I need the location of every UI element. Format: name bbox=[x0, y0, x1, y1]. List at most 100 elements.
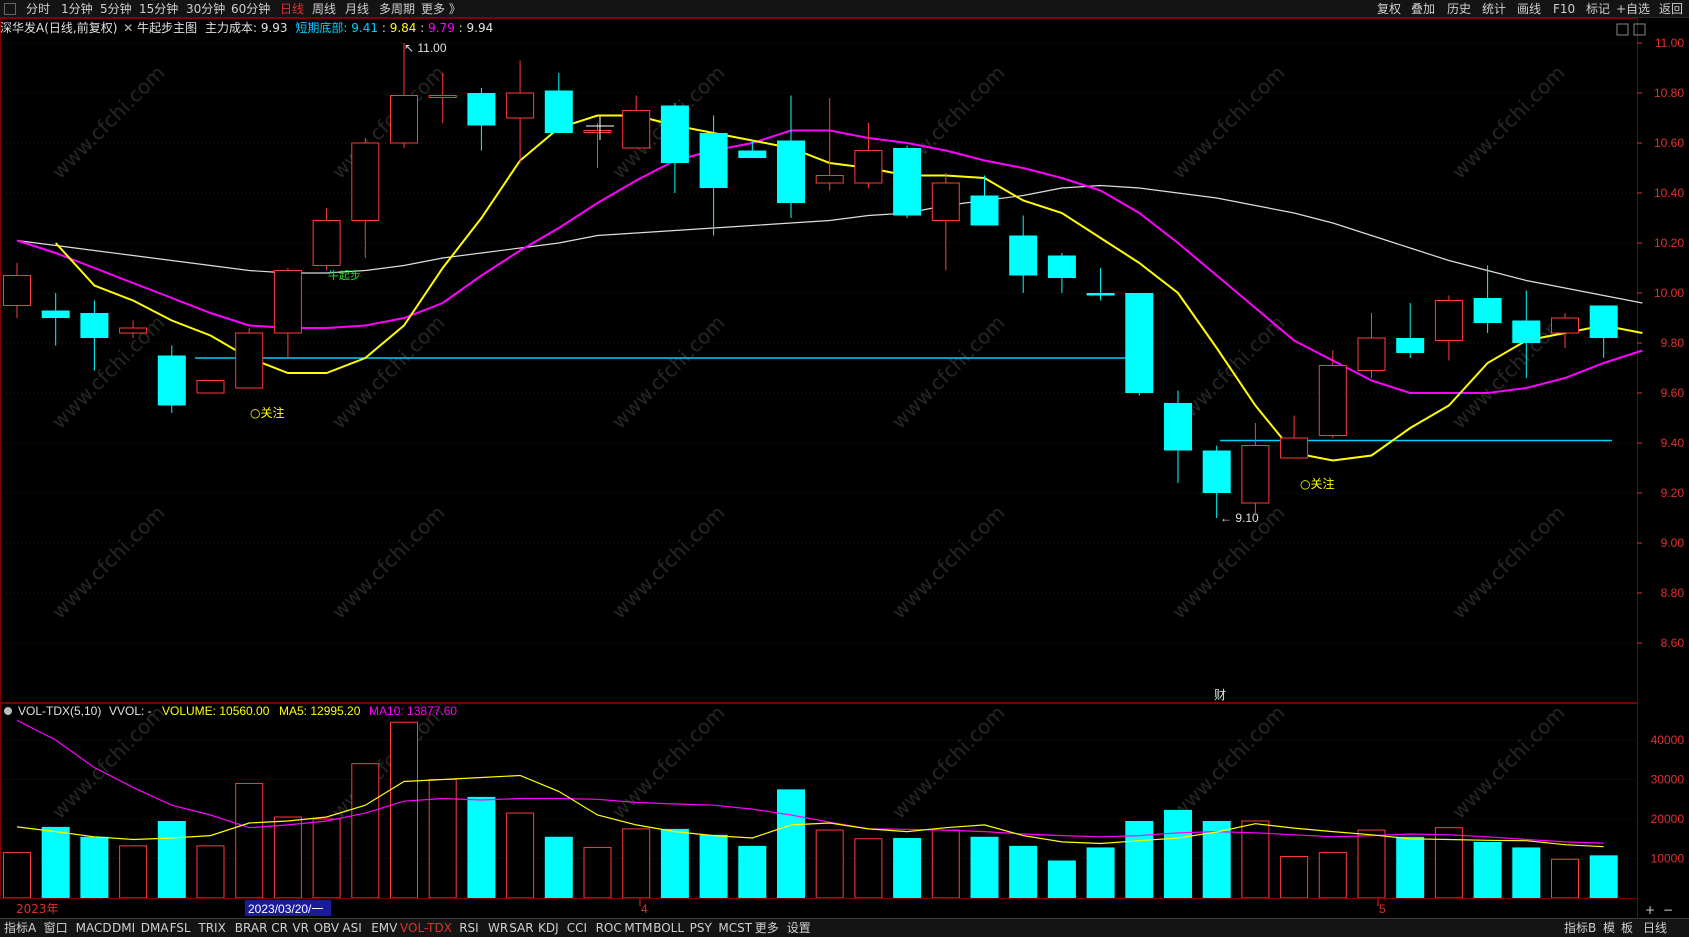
indicator-tab[interactable]: TRIX bbox=[198, 921, 225, 936]
indicator-tab[interactable]: CCI bbox=[567, 921, 587, 936]
volume-bar bbox=[1473, 841, 1502, 898]
candle-body bbox=[544, 90, 573, 133]
bottom-right-button[interactable]: 板 bbox=[1621, 921, 1633, 936]
indicator-tab[interactable]: DMI bbox=[112, 921, 135, 936]
high-price-label: ↖ 11.00 bbox=[404, 41, 447, 55]
volume-bar bbox=[777, 789, 805, 898]
volume-bar bbox=[1318, 852, 1347, 899]
indicator-tab[interactable]: PSY bbox=[690, 921, 712, 936]
watermark-text: www.cfchi.com bbox=[327, 311, 450, 434]
candle-body bbox=[1589, 305, 1618, 338]
indicator-settings-icon[interactable] bbox=[4, 707, 12, 715]
zoom-in-icon[interactable]: + bbox=[1645, 903, 1655, 918]
volume-bar bbox=[660, 828, 689, 898]
settings-icon[interactable] bbox=[1616, 23, 1629, 36]
volume-bar bbox=[1009, 845, 1038, 898]
volume-bar bbox=[854, 838, 883, 899]
watermark-text: www.cfchi.com bbox=[887, 501, 1010, 624]
indicator-tab[interactable]: MACD bbox=[76, 921, 112, 936]
candle-body bbox=[1357, 337, 1386, 371]
volume-bar bbox=[3, 852, 31, 899]
candle-body bbox=[1396, 338, 1425, 353]
candle-body bbox=[312, 220, 341, 266]
bottom-right-button[interactable]: 指标B bbox=[1564, 921, 1596, 936]
price-axis-label: 9.20 bbox=[1661, 486, 1685, 500]
indicator-tab[interactable]: EMV bbox=[371, 921, 397, 936]
indicator-tab[interactable]: KDJ bbox=[538, 921, 559, 936]
candle-body bbox=[893, 148, 922, 216]
volume-bar bbox=[1280, 856, 1309, 899]
indicator-tab[interactable]: 窗口 bbox=[44, 921, 68, 936]
price-axis-label: 8.60 bbox=[1661, 636, 1685, 650]
date-year-label: 2023年 bbox=[16, 902, 59, 916]
indicator-tab[interactable]: FSL bbox=[170, 921, 191, 936]
price-axis-label: 10.20 bbox=[1654, 236, 1684, 250]
indicator-tab[interactable]: WR bbox=[488, 921, 508, 936]
volume-bar bbox=[351, 763, 380, 899]
indicator-tab[interactable]: RSI bbox=[459, 921, 479, 936]
price-axis-label: 9.00 bbox=[1661, 536, 1685, 550]
volume-bar bbox=[196, 845, 225, 899]
volume-bar bbox=[622, 828, 651, 899]
watermark-text: www.cfchi.com bbox=[1447, 701, 1570, 824]
indicator-tab[interactable]: VOL-TDX bbox=[400, 921, 452, 936]
volume-bar bbox=[1086, 847, 1115, 898]
indicator-tab[interactable]: ASI bbox=[342, 921, 361, 936]
watermark-text: www.cfchi.com bbox=[327, 61, 450, 184]
candle-body bbox=[1280, 437, 1309, 459]
price-axis-label: 10.60 bbox=[1654, 136, 1684, 150]
volume-axis-label: 40000 bbox=[1651, 733, 1685, 747]
candle-body bbox=[80, 313, 109, 338]
indicator-tab[interactable]: CR bbox=[271, 921, 288, 936]
bottom-right-button[interactable]: 日线 bbox=[1643, 921, 1667, 936]
watermark-text: www.cfchi.com bbox=[607, 311, 730, 434]
price-axis-label: 11.00 bbox=[1655, 36, 1684, 50]
indicator-tab[interactable]: 更多 bbox=[755, 921, 779, 936]
candle-body bbox=[428, 95, 457, 98]
indicator-tab[interactable]: OBV bbox=[314, 921, 340, 936]
low-price-label: ← 9.10 bbox=[1220, 511, 1259, 525]
volume-bar bbox=[1512, 847, 1541, 898]
price-axis-label: 10.40 bbox=[1654, 186, 1684, 200]
candle-body bbox=[235, 332, 264, 389]
indicator-tab[interactable]: DMA bbox=[141, 921, 169, 936]
volume-bar bbox=[273, 816, 302, 899]
kline-chart[interactable]: 11.00 10.80 10.60 10.40 10.20 10.00 9.80 9.60 9.… bbox=[0, 0, 1689, 918]
candle-body bbox=[1551, 317, 1579, 334]
candle-body bbox=[273, 270, 302, 334]
candle-body bbox=[1202, 450, 1231, 493]
volume-bar bbox=[119, 845, 148, 899]
indicator-tab[interactable]: 指标A bbox=[4, 921, 36, 936]
indicator-tab[interactable]: VR bbox=[292, 921, 309, 936]
indicator-tab[interactable]: SAR bbox=[509, 921, 533, 936]
volume-bar bbox=[1125, 820, 1154, 898]
candle-body bbox=[622, 110, 651, 149]
candle-body bbox=[815, 175, 844, 184]
indicator-tab[interactable]: MCST bbox=[718, 921, 752, 936]
indicator-tab[interactable]: ROC bbox=[596, 921, 622, 936]
candle-body bbox=[583, 130, 612, 133]
zoom-out-icon[interactable]: − bbox=[1663, 903, 1673, 918]
bottom-right-button[interactable]: 模 bbox=[1603, 921, 1615, 936]
volume-axis-label: 30000 bbox=[1651, 773, 1685, 787]
month-label-5: 5 bbox=[1379, 902, 1386, 916]
candle-body bbox=[970, 195, 999, 226]
volume-bar bbox=[506, 812, 535, 899]
candle-body bbox=[1009, 235, 1038, 276]
volume-value: VOLUME: 10560.00 bbox=[162, 704, 270, 718]
indicator-tab[interactable]: BOLL bbox=[653, 921, 684, 936]
volume-indicator-name: VOL-TDX(5,10) bbox=[18, 704, 101, 718]
watermark-text: www.cfchi.com bbox=[47, 501, 170, 624]
volume-bar bbox=[235, 782, 264, 899]
indicator-tab[interactable]: MTM bbox=[624, 921, 652, 936]
indicator-tab[interactable]: BRAR bbox=[235, 921, 268, 936]
cursor-date-label: 2023/03/20/一 bbox=[248, 902, 323, 916]
candle-body bbox=[157, 355, 186, 406]
volume-bar bbox=[738, 845, 767, 898]
indicator-tab[interactable]: 设置 bbox=[787, 921, 811, 936]
watermark-text: www.cfchi.com bbox=[1167, 61, 1290, 184]
volume-bar bbox=[467, 796, 496, 898]
collapse-icon[interactable] bbox=[1633, 23, 1646, 36]
candle-body bbox=[119, 327, 148, 334]
watch-tag-1: ○关注 bbox=[250, 405, 284, 420]
